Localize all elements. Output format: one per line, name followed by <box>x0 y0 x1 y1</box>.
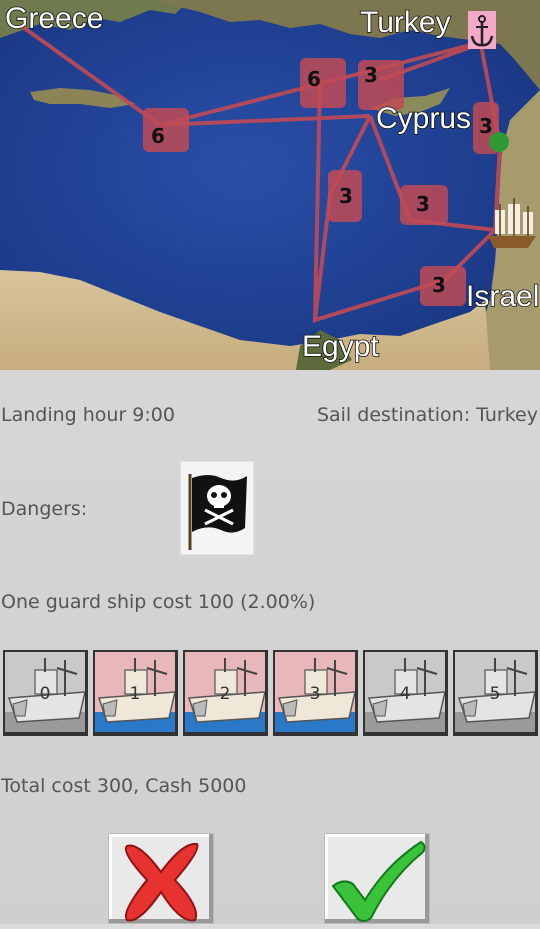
player-position-marker <box>489 132 509 152</box>
total-cost: Total cost 300, Cash 5000 <box>1 775 247 797</box>
guard-ship-selector: 0 1 2 3 4 5 <box>0 650 540 740</box>
place-turkey[interactable]: Turkey <box>359 5 451 40</box>
guard-ship-count-label: 4 <box>399 684 411 704</box>
route-days-israel-egypt: 3 <box>432 273 446 297</box>
guard-ship-count-label: 0 <box>39 684 51 704</box>
place-israel[interactable]: Israel <box>465 279 540 314</box>
guard-ship-option[interactable]: 1 <box>93 650 178 736</box>
guard-ship-count-label: 1 <box>129 684 141 704</box>
dangers-label: Dangers: <box>1 498 88 520</box>
red-x-icon <box>125 842 199 922</box>
guard-ship-count-label: 2 <box>219 684 231 704</box>
sea-route-map[interactable]: 6 6 3 3 3 3 3 Greece Turkey Cyprus Israe… <box>0 0 540 370</box>
guard-ship-cost: One guard ship cost 100 (2.00%) <box>1 591 316 613</box>
landing-hour: Landing hour 9:00 <box>1 404 175 426</box>
place-egypt[interactable]: Egypt <box>301 329 380 364</box>
guard-ship-option[interactable]: 5 <box>453 650 538 736</box>
guard-ship-option[interactable]: 0 <box>3 650 88 736</box>
place-greece[interactable]: Greece <box>4 1 104 36</box>
guard-ship-count-label: 5 <box>489 684 501 704</box>
guard-ship-option[interactable]: 2 <box>183 650 268 736</box>
guard-ship-count-label: 3 <box>309 684 321 704</box>
route-days-sea-mid: 3 <box>339 184 353 208</box>
place-cyprus[interactable]: Cyprus <box>375 101 472 136</box>
pirate-flag-icon[interactable] <box>180 461 254 555</box>
green-check-icon <box>331 840 426 922</box>
anchor-icon[interactable] <box>468 11 496 49</box>
guard-ship-option[interactable]: 3 <box>273 650 358 736</box>
cancel-button[interactable] <box>108 833 214 924</box>
route-days-greece-cyprus: 6 <box>151 124 165 148</box>
sail-destination: Sail destination: Turkey <box>316 404 538 426</box>
route-days-israel-north: 3 <box>416 192 430 216</box>
route-days-cyprus-east: 3 <box>479 114 493 138</box>
route-days-greece-turkey: 6 <box>307 67 321 91</box>
guard-ship-option[interactable]: 4 <box>363 650 448 736</box>
route-days-turkey-cyprus: 3 <box>364 63 378 87</box>
confirm-button[interactable] <box>324 833 430 924</box>
